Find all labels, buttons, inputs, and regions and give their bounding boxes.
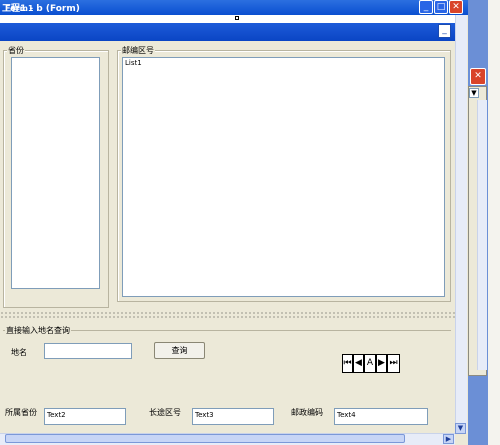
scroll-right-button[interactable]: ▶	[443, 434, 454, 444]
background-dropdown[interactable]: ▼	[469, 88, 479, 98]
province-frame-label: 省份	[7, 45, 25, 56]
zip-frame-label: 邮编区号	[121, 45, 155, 56]
zip-code-label: 邮政编码	[291, 408, 323, 417]
province-textbox[interactable]: Text2	[44, 408, 126, 425]
close-button[interactable]: ✕	[449, 0, 463, 14]
background-close-button[interactable]: ✕	[470, 68, 486, 85]
province-listbox[interactable]	[11, 57, 100, 289]
query-button[interactable]: 查询	[154, 342, 205, 359]
background-scrollbar[interactable]	[477, 100, 487, 370]
nav-first-button[interactable]: ⏮	[342, 354, 353, 373]
horizontal-scroll-thumb[interactable]	[5, 434, 405, 443]
zip-listbox[interactable]: List1	[122, 57, 445, 297]
nav-last-button[interactable]: ⏭	[387, 354, 400, 373]
zip-code-textbox[interactable]: Text4	[334, 408, 428, 425]
designer-strip	[0, 15, 457, 23]
form-titlebar[interactable]	[0, 23, 455, 41]
background-sidebar	[488, 0, 500, 445]
nav-next-button[interactable]: ▶	[376, 354, 387, 373]
area-code-textbox[interactable]: Text3	[192, 408, 274, 425]
form-title: Form1	[5, 4, 34, 13]
dotted-divider	[0, 311, 455, 319]
place-input[interactable]	[44, 343, 132, 359]
resize-handle[interactable]	[235, 16, 239, 20]
designer-vertical-scrollbar[interactable]	[455, 15, 467, 433]
minimize-button[interactable]: _	[419, 0, 433, 14]
nav-caption: A	[364, 354, 376, 373]
area-code-label: 长途区号	[149, 408, 181, 417]
query-frame-label: 直接输入地名查询	[5, 325, 71, 336]
maximize-button[interactable]: □	[434, 0, 448, 14]
nav-prev-button[interactable]: ◀	[353, 354, 364, 373]
scroll-down-button[interactable]: ▼	[455, 423, 466, 434]
province-field-label: 所属省份	[5, 408, 37, 417]
list1-label: List1	[125, 59, 142, 67]
place-label: 地名	[11, 348, 27, 357]
form-minimize-button[interactable]: _	[438, 24, 451, 38]
